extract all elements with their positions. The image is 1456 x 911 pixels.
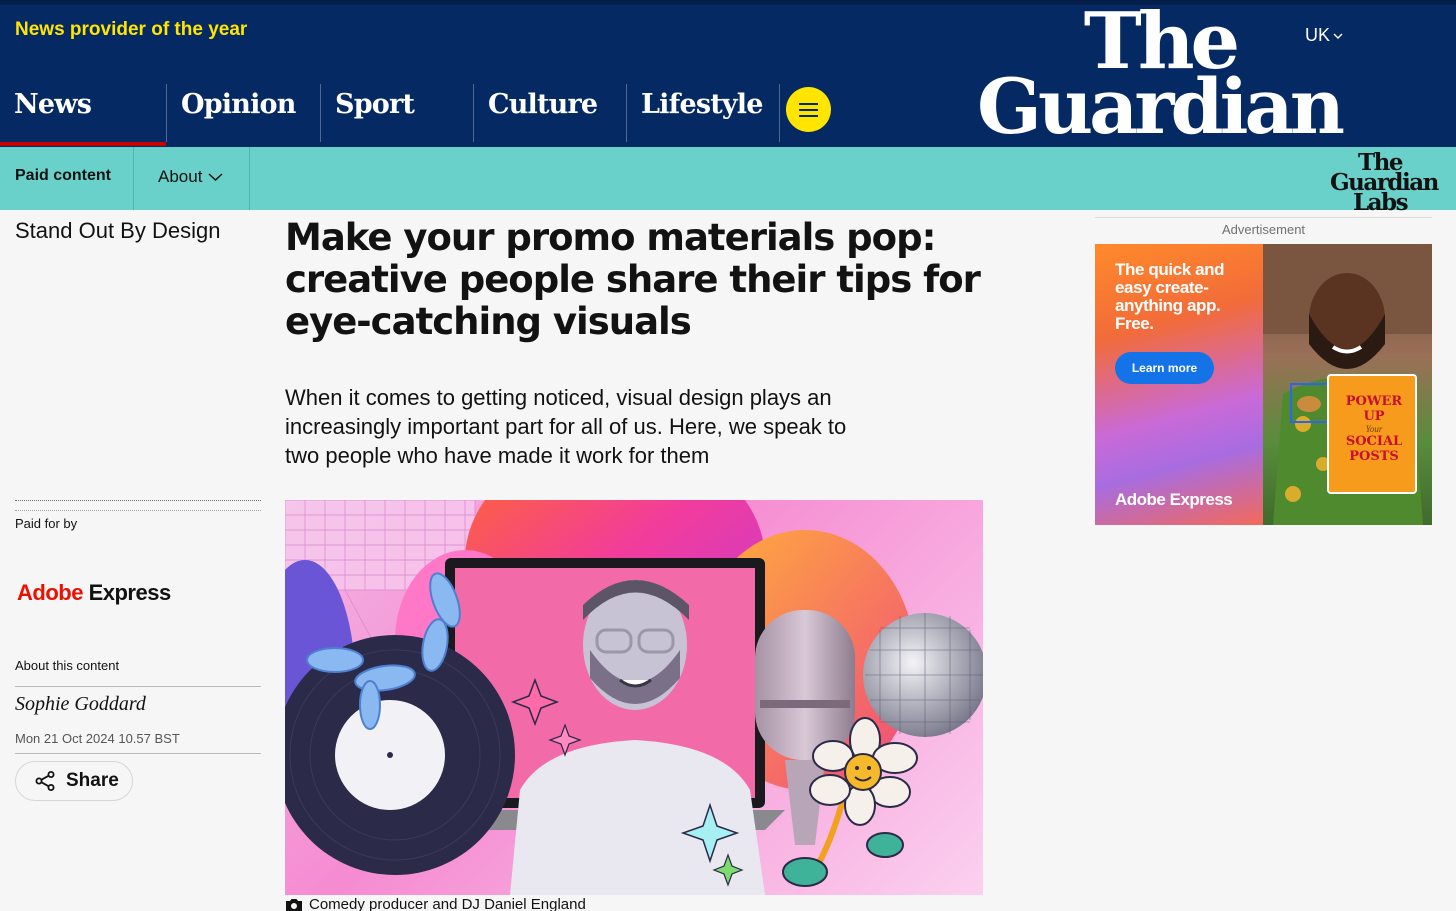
article-headline: Make your promo materials pop: creative …	[285, 216, 981, 343]
about-this-content-link[interactable]: About this content	[15, 658, 119, 673]
divider	[1095, 217, 1432, 218]
learn-more-button[interactable]: Learn more	[1115, 352, 1214, 384]
sponsor-logo-part-2: Express	[88, 580, 172, 605]
share-label: Share	[66, 770, 119, 791]
pillar-label: News	[14, 89, 92, 120]
pillar-label: Sport	[335, 89, 415, 120]
share-button[interactable]: Share	[15, 761, 133, 801]
sponsor-logo-part-1: Adobe	[17, 580, 83, 605]
pillar-label: Opinion	[181, 89, 296, 120]
pillar-sport[interactable]: Sport	[320, 84, 473, 142]
caption-text: Comedy producer and DJ Daniel England	[309, 896, 586, 911]
paid-for-by-label: Paid for by	[15, 516, 78, 531]
pillar-label: Culture	[488, 89, 598, 120]
pillar-culture[interactable]: Culture	[473, 84, 626, 142]
about-label: About	[158, 167, 203, 186]
author-byline[interactable]: Sophie Goddard	[15, 693, 146, 716]
pillar-nav: News Opinion Sport Culture Lifestyle	[0, 84, 780, 146]
labs-bar: Paid content About The Guardian Labs	[0, 147, 1456, 213]
image-caption: Comedy producer and DJ Daniel England	[285, 896, 586, 911]
share-icon	[35, 771, 55, 791]
logo-line-2: Guardian	[977, 62, 1345, 152]
camera-icon	[286, 898, 302, 911]
chevron-down-icon	[208, 173, 223, 182]
ad-text-panel: The quick and easy create-anything app. …	[1095, 244, 1263, 525]
divider	[15, 500, 261, 501]
hero-image	[285, 500, 983, 895]
advertisement-label: Advertisement	[1221, 222, 1306, 237]
pillar-opinion[interactable]: Opinion	[166, 84, 320, 142]
hamburger-icon[interactable]	[786, 87, 831, 132]
sponsor-logo[interactable]: Adobe Express	[17, 580, 171, 606]
hero-illustration	[285, 500, 983, 895]
series-title[interactable]: Stand Out By Design	[15, 218, 220, 244]
advertisement-banner[interactable]: The quick and easy create-anything app. …	[1095, 244, 1432, 525]
ad-card-line-3: SOCIAL POSTS	[1345, 434, 1403, 464]
article-standfirst: When it comes to getting noticed, visual…	[285, 385, 847, 468]
pillar-label: Lifestyle	[641, 89, 763, 120]
tagline[interactable]: News provider of the year	[15, 19, 247, 41]
ad-brand: Adobe Express	[1115, 490, 1233, 509]
ad-card-line-2: Your	[1365, 424, 1383, 434]
guardian-labs-logo[interactable]: The Guardian Labs	[1330, 151, 1439, 213]
divider	[15, 510, 261, 511]
paid-content-label: Paid content	[0, 147, 134, 210]
guardian-logo[interactable]: The Guardian	[976, 2, 1345, 152]
about-dropdown[interactable]: About	[134, 147, 250, 210]
pillar-lifestyle[interactable]: Lifestyle	[626, 84, 780, 142]
ad-copy: The quick and easy create-anything app. …	[1115, 260, 1225, 333]
ad-card-line-1: POWER UP	[1345, 394, 1403, 424]
divider	[15, 686, 261, 687]
publish-date: Mon 21 Oct 2024 10.57 BST	[15, 731, 180, 746]
divider	[15, 753, 261, 754]
pillar-news[interactable]: News	[0, 84, 166, 146]
ad-product-card: POWER UP Your SOCIAL POSTS	[1327, 374, 1417, 494]
